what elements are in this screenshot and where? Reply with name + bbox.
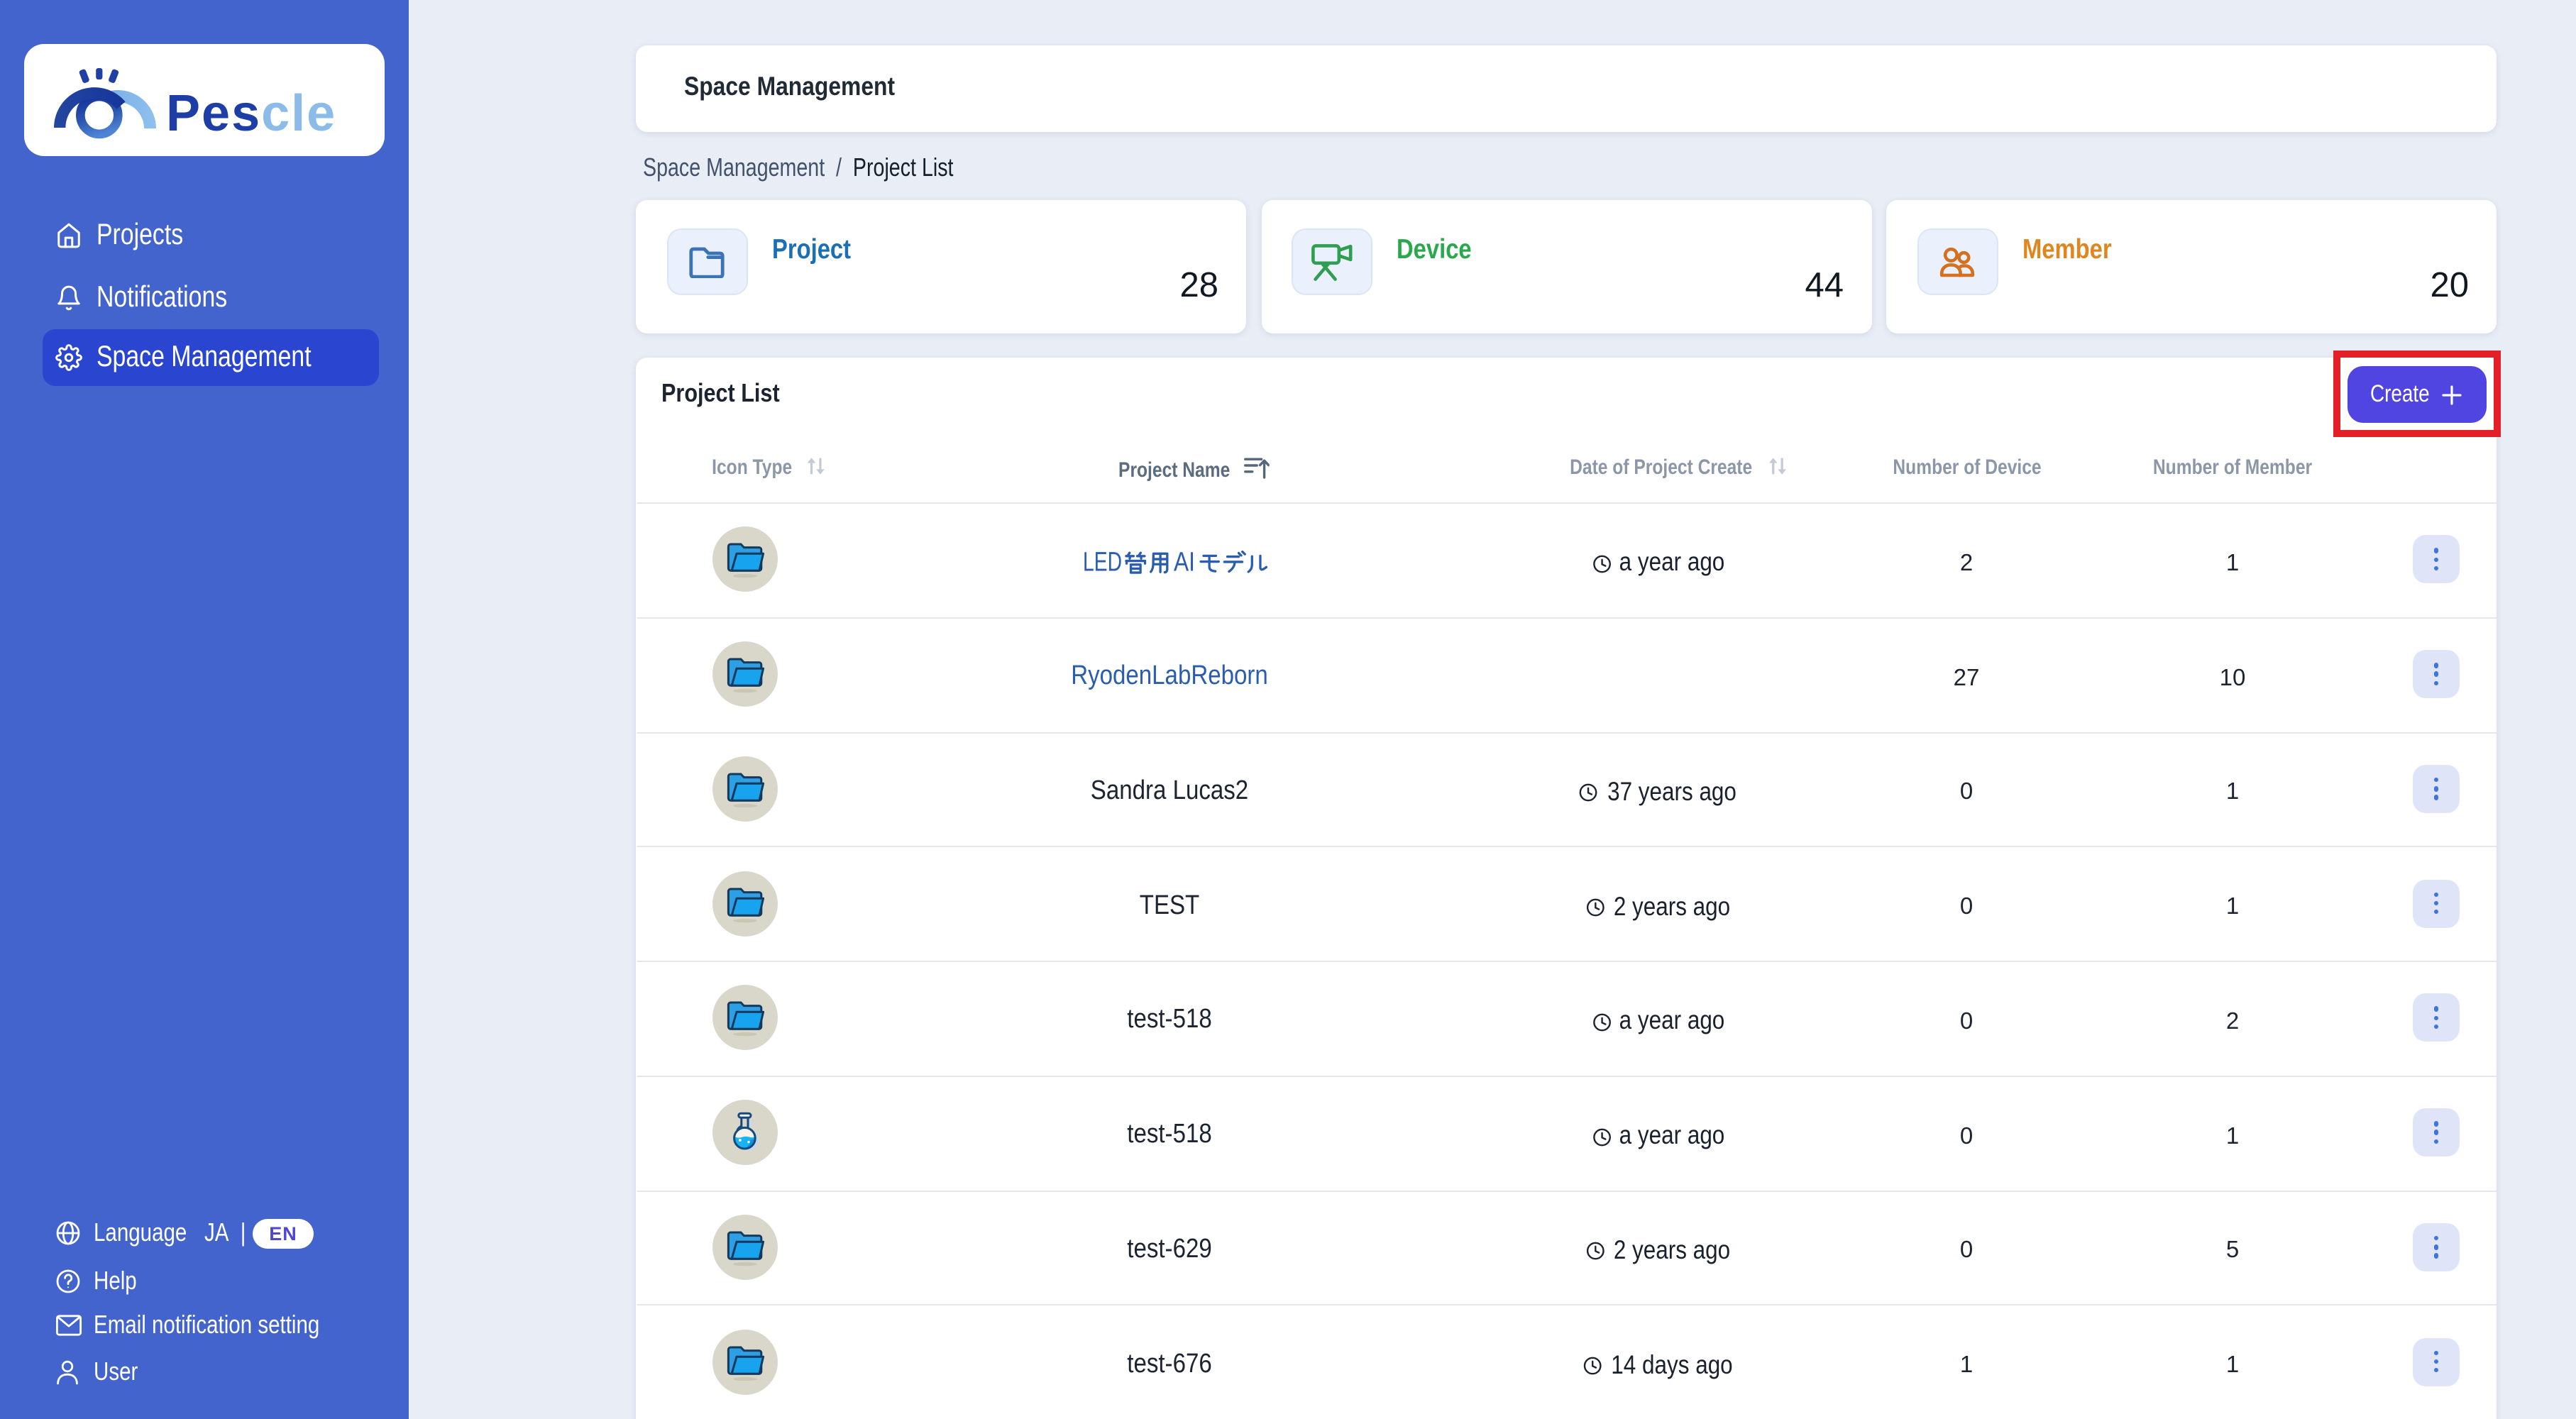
svg-text:AI: AI [1174, 548, 1195, 577]
svg-text:LED: LED [1083, 548, 1122, 577]
svg-text:Pescle: Pescle [166, 85, 336, 142]
